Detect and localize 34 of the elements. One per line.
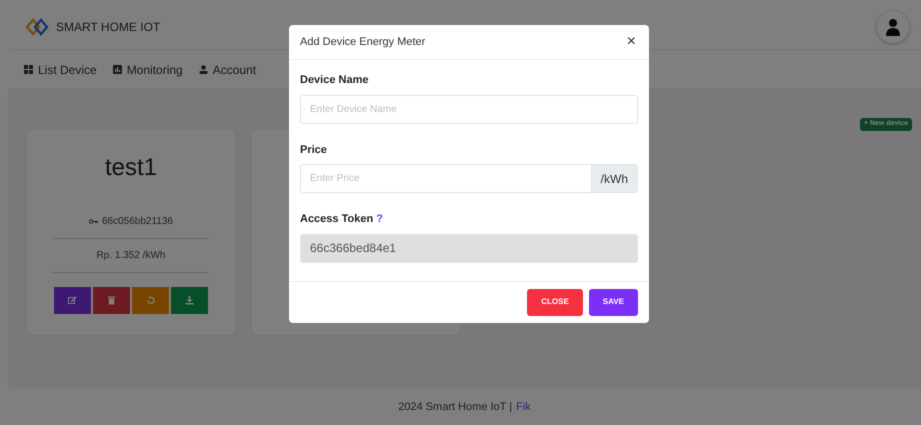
edit-button[interactable] <box>54 287 91 314</box>
device-price: Rp. 1.352 /kWh <box>96 250 166 261</box>
close-button[interactable]: × <box>624 34 638 50</box>
grid-icon <box>24 65 33 74</box>
footer-text: 2024 Smart Home IoT | <box>398 400 512 415</box>
key-icon <box>89 219 98 224</box>
footer-link[interactable]: Fik <box>516 398 531 416</box>
person-icon <box>885 18 901 36</box>
modal-title: Add Device Energy Meter <box>300 34 426 50</box>
device-name: test1 <box>104 153 158 180</box>
unit-label: /kWh <box>592 164 638 194</box>
input-field[interactable]: Enter Price <box>300 164 592 194</box>
save-button[interactable]: SAVE <box>588 288 638 316</box>
edit-icon <box>68 296 77 305</box>
chart-icon <box>112 65 122 74</box>
help-link[interactable]: ? <box>376 213 383 226</box>
close-button[interactable]: CLOSE <box>527 288 583 316</box>
brand-title: SMART HOME IOT <box>56 19 160 36</box>
readonly-field[interactable]: 66c366bed84e1 <box>300 234 638 263</box>
download-button[interactable] <box>171 287 208 314</box>
nav-link[interactable]: Account <box>198 60 256 78</box>
field-label: Device Name <box>300 73 370 88</box>
nav-link[interactable]: Monitoring <box>112 60 183 78</box>
trash-icon <box>107 296 116 305</box>
input-field[interactable]: Enter Device Name <box>300 94 638 124</box>
field-label: Access Token <box>300 213 374 226</box>
delete-button[interactable] <box>93 287 130 314</box>
download-icon <box>185 296 194 305</box>
device-token: 66c056bb21136 <box>102 215 173 229</box>
user-avatar[interactable] <box>877 11 909 43</box>
person-icon <box>198 65 208 74</box>
rotate-icon <box>146 296 155 305</box>
nav-link[interactable]: List Device <box>24 60 97 78</box>
field-label: Price <box>300 142 328 158</box>
